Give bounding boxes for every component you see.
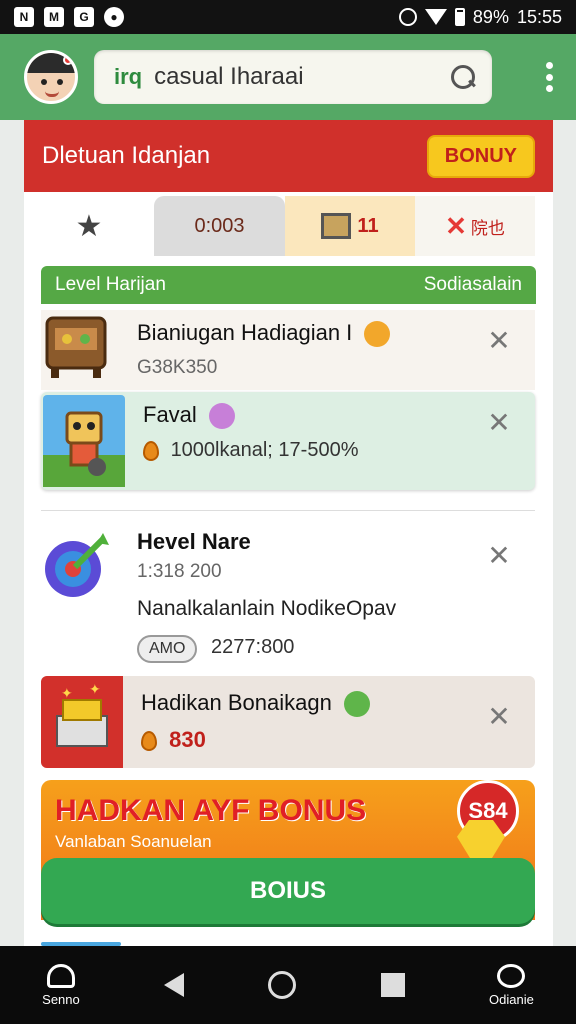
item-text: Hevel Nare 1:318 200 Nanalkalanlain Nodi… <box>137 511 479 663</box>
svg-text:✦: ✦ <box>61 686 73 702</box>
tab-box[interactable]: 11 <box>285 196 415 256</box>
close-icon[interactable]: ✕ <box>479 320 519 360</box>
tab-timer[interactable]: 0:003 <box>154 196 285 256</box>
chest-icon <box>41 310 119 390</box>
tab-special[interactable]: ✕ 院也 <box>415 196 535 256</box>
monster-badge-icon <box>343 691 370 718</box>
item-subtitle: 1:318 200 <box>137 561 222 582</box>
target-arrow-icon <box>41 531 119 611</box>
heart-badge-icon <box>364 321 391 348</box>
amount-value: 2277:800 <box>211 636 295 658</box>
more-menu-icon[interactable] <box>544 62 554 92</box>
item-title: Hevel Nare <box>137 529 251 554</box>
alarm-icon <box>398 8 417 26</box>
nav-recents[interactable] <box>380 973 405 997</box>
wifi-icon <box>424 9 447 25</box>
level-section-right[interactable]: Sodiasalain <box>424 274 522 296</box>
avatar-mouth <box>45 91 59 97</box>
banner-title: Dletuan Idanjan <box>42 142 211 169</box>
nav-profile[interactable]: Odianie <box>489 963 534 1007</box>
list-item[interactable]: Faval 1000lkanal; 17-500% ✕ <box>41 392 535 490</box>
item-subtitle-text: 1000lkanal; 17-500% <box>170 439 359 462</box>
banner: Dletuan Idanjan BONUY <box>24 120 553 192</box>
notification-m-icon: M <box>44 7 64 27</box>
level-section-header: Level Harijan Sodiasalain <box>41 266 536 304</box>
item-description: Nanalkalanlain NodikeOpav <box>137 597 397 620</box>
search-prefix: irq <box>114 64 143 89</box>
item-subtitle: 830 <box>141 727 479 753</box>
nav-home[interactable]: Senno <box>42 963 80 1007</box>
clock: 15:55 <box>516 6 562 27</box>
avatar[interactable] <box>24 50 78 104</box>
list-item[interactable]: ✦ ✦ Hadikan Bonaikagn 830 ✕ <box>41 676 535 768</box>
level-section-left: Level Harijan <box>55 274 166 295</box>
tab-special-label: 院也 <box>470 218 505 238</box>
notification-g-icon: G <box>74 7 94 27</box>
tab-timer-label: 0:003 <box>194 214 245 237</box>
item-subtitle-text: 830 <box>169 727 206 753</box>
item-text: Faval 1000lkanal; 17-500% <box>143 392 479 462</box>
list-item[interactable]: Bianiugan Hadiagian I G38K350 ✕ <box>41 310 535 390</box>
item-title: Bianiugan Hadiagian I <box>137 320 479 348</box>
notification-dot-icon: ● <box>104 7 124 27</box>
nav-profile-label: Odianie <box>489 991 534 1007</box>
star-icon: ★ <box>75 209 103 243</box>
bonus-badge-button[interactable]: BONUY <box>426 134 535 178</box>
navigation-bar: Senno Odianie <box>0 946 576 1024</box>
item-title: Hadikan Bonaikagn <box>141 690 479 718</box>
item-subtitle: G38K350 <box>137 357 218 379</box>
face-badge-icon <box>208 403 235 430</box>
item-title-text: Faval <box>143 402 197 427</box>
main-card: Dletuan Idanjan BONUY ★ 0:003 11 ✕ 院也 Le… <box>24 120 553 946</box>
status-right: 89% 15:55 <box>398 6 562 28</box>
home-icon <box>46 963 75 988</box>
tab-box-label: 11 <box>357 214 379 237</box>
avatar-eye-left <box>41 79 47 85</box>
item-title: Faval <box>143 402 479 430</box>
close-icon[interactable]: ✕ <box>479 535 519 575</box>
status-bar: N M G ● 89% 15:55 <box>0 0 576 34</box>
item-meta: AMO 2277:800 <box>137 635 479 663</box>
search-box[interactable]: irq <box>94 50 492 104</box>
search-icon[interactable] <box>450 64 476 90</box>
notification-dot-icon <box>63 55 73 65</box>
svg-text:✦: ✦ <box>89 682 101 698</box>
recents-icon <box>380 973 405 997</box>
tab-favorites[interactable]: ★ <box>24 196 154 256</box>
tab-bar: ★ 0:003 11 ✕ 院也 <box>24 196 553 256</box>
item-title-text: Bianiugan Hadiagian I <box>137 320 353 345</box>
search-input[interactable] <box>154 63 450 91</box>
notification-n-icon: N <box>14 7 34 27</box>
item-subtitle: 1000lkanal; 17-500% <box>143 439 479 462</box>
list-item[interactable]: Hevel Nare 1:318 200 Nanalkalanlain Nodi… <box>41 510 535 663</box>
item-text: Hadikan Bonaikagn 830 <box>141 676 479 753</box>
nav-home-circle[interactable] <box>268 971 297 999</box>
close-icon[interactable]: ✕ <box>479 696 519 736</box>
robot-game-icon <box>43 395 125 487</box>
bonus-button[interactable]: BOIUS <box>41 858 535 924</box>
flame-icon <box>143 440 159 461</box>
notification-icons: N M G ● <box>14 7 124 27</box>
promo-title: HADKAN AYF BONUS <box>55 794 367 827</box>
promo-subtitle: Vanlaban Soanuelan <box>55 832 212 851</box>
box-icon <box>321 213 352 239</box>
profile-icon <box>497 963 526 988</box>
cross-icon: ✕ <box>445 210 467 241</box>
close-icon[interactable]: ✕ <box>479 402 519 442</box>
nav-home-label: Senno <box>42 991 80 1007</box>
item-title-text: Hadikan Bonaikagn <box>141 690 332 715</box>
battery-icon <box>454 8 465 26</box>
back-icon <box>164 973 185 997</box>
battery-percent: 89% <box>472 6 509 27</box>
gift-box-icon: ✦ ✦ <box>41 676 123 768</box>
nav-back[interactable] <box>164 973 185 997</box>
amount-pill[interactable]: AMO <box>137 635 198 663</box>
app-header: irq <box>0 34 576 120</box>
circle-home-icon <box>268 971 297 999</box>
flame-icon <box>141 731 157 752</box>
avatar-eye-right <box>57 79 63 85</box>
item-text: Bianiugan Hadiagian I G38K350 <box>137 310 479 379</box>
